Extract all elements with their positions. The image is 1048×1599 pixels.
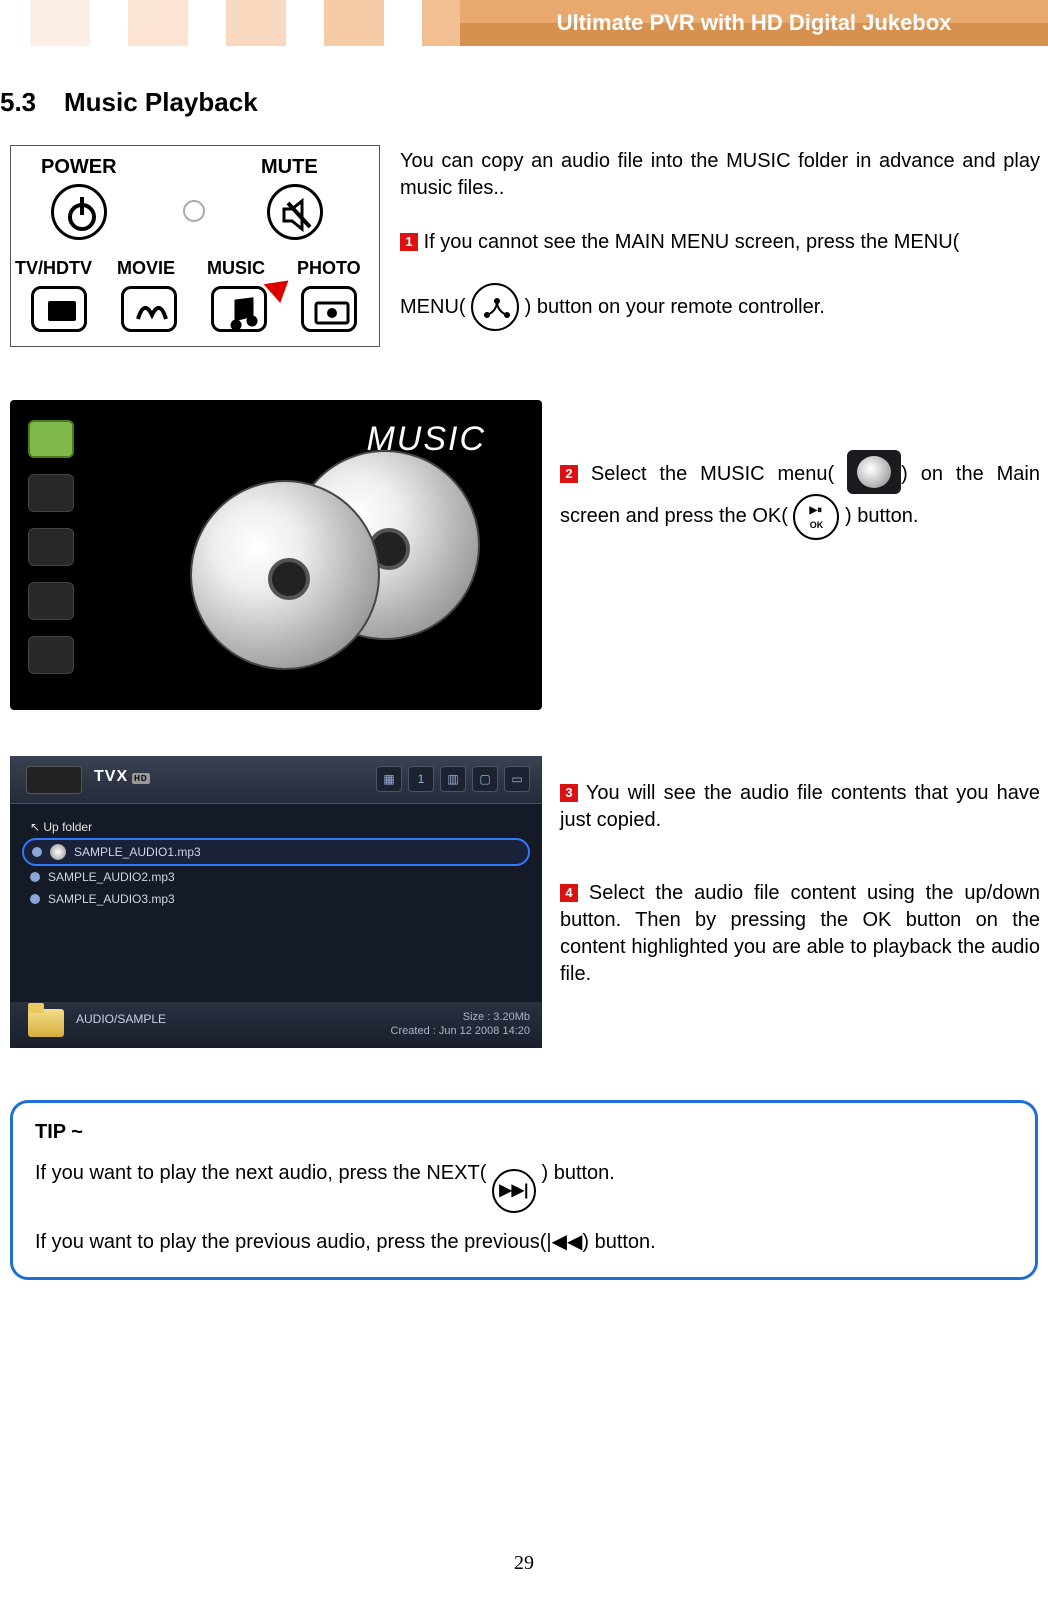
- step1-after: ) button on your remote controller.: [525, 296, 825, 318]
- section-number: 5.3: [0, 87, 36, 118]
- music-menu-screenshot: MUSIC: [10, 400, 542, 710]
- mute-button-icon: [267, 184, 323, 240]
- file-row: SAMPLE_AUDIO3.mp3: [22, 888, 530, 910]
- folder-icon: [28, 1009, 64, 1037]
- tvx-logo: TVXHD: [94, 768, 150, 786]
- step2-text: 2 Select the MUSIC menu( ) on the Main s…: [560, 450, 1040, 540]
- tip-line2: If you want to play the previous audio, …: [35, 1229, 1013, 1254]
- step4-text: 4 Select the audio file content using th…: [560, 880, 1040, 988]
- file-row: SAMPLE_AUDIO2.mp3: [22, 866, 530, 888]
- tip-line1b: ) button.: [541, 1162, 614, 1184]
- up-folder-row: ↖ Up folder: [22, 816, 530, 838]
- step3-text: 3 You will see the audio file contents t…: [560, 780, 1040, 834]
- toolbar-icon: ▢: [472, 766, 498, 792]
- label-movie: MOVIE: [117, 258, 175, 279]
- step1-menu-label: MENU(: [400, 296, 466, 318]
- label-mute: MUTE: [261, 156, 318, 179]
- music-sidebar: [20, 420, 82, 690]
- sidebar-item-folder: [28, 420, 74, 458]
- intro-text: You can copy an audio file into the MUSI…: [400, 150, 1040, 199]
- label-music: MUSIC: [207, 258, 265, 279]
- step1-before: If you cannot see the MAIN MENU screen, …: [424, 231, 960, 253]
- tip-heading: TIP ~: [35, 1121, 1013, 1144]
- intro-and-step1: You can copy an audio file into the MUSI…: [400, 148, 1040, 331]
- label-photo: PHOTO: [297, 258, 361, 279]
- label-tv: TV/HDTV: [15, 258, 92, 279]
- section-title: Music Playback: [64, 87, 258, 118]
- page-number: 29: [0, 1552, 1048, 1575]
- step2-c: ) button.: [845, 505, 918, 527]
- sidebar-item-photo: [28, 582, 74, 620]
- movie-button-icon: [121, 286, 177, 332]
- step2-a: Select the MUSIC menu(: [591, 463, 834, 485]
- sidebar-item-settings: [28, 636, 74, 674]
- toolbar-icon: ▭: [504, 766, 530, 792]
- power-button-icon: [51, 184, 107, 240]
- step-badge-2: 2: [560, 465, 578, 483]
- tip-box: TIP ~ If you want to play the next audio…: [10, 1100, 1038, 1280]
- file-row-selected: SAMPLE_AUDIO1.mp3: [22, 838, 530, 866]
- device-icon: [26, 766, 82, 794]
- file-browser-screenshot: TVXHD ▦ 1 ▥ ▢ ▭ ↖ Up folder SAMPLE_AUDIO…: [10, 756, 542, 1048]
- sidebar-item-music: [28, 528, 74, 566]
- toolbar-icon: ▥: [440, 766, 466, 792]
- audio-file-icon: [50, 844, 66, 860]
- menu-button-icon: [471, 283, 519, 331]
- toolbar-icon: 1: [408, 766, 434, 792]
- step-badge-4: 4: [560, 884, 578, 902]
- music-menu-thumb-icon: [847, 450, 901, 494]
- toolbar-icon: ▦: [376, 766, 402, 792]
- remote-illustration: POWER MUTE TV/HDTV MOVIE MUSIC PHOTO: [10, 145, 380, 347]
- page-header-title: Ultimate PVR with HD Digital Jukebox: [460, 0, 1048, 46]
- browser-file-meta: Size : 3.20MbCreated : Jun 12 2008 14:20: [391, 1010, 530, 1039]
- ir-led-icon: [183, 200, 205, 222]
- label-power: POWER: [41, 156, 117, 179]
- sidebar-item-movie: [28, 474, 74, 512]
- music-disc-graphic: [150, 450, 510, 690]
- browser-toolbar-icons: ▦ 1 ▥ ▢ ▭: [376, 766, 530, 792]
- browser-path: AUDIO/SAMPLE: [76, 1012, 166, 1026]
- step-badge-3: 3: [560, 784, 578, 802]
- ok-button-icon: OK: [793, 494, 839, 540]
- music-button-icon: [211, 286, 267, 332]
- tip-line1a: If you want to play the next audio, pres…: [35, 1162, 486, 1184]
- tv-button-icon: [31, 286, 87, 332]
- next-button-icon: ▶▶|: [492, 1169, 536, 1213]
- photo-button-icon: [301, 286, 357, 332]
- step-badge-1: 1: [400, 233, 418, 251]
